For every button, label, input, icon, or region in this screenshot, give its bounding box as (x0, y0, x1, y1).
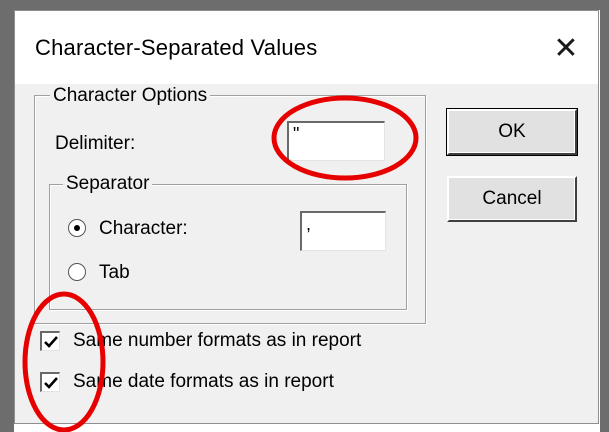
close-button[interactable]: ✕ (543, 25, 589, 71)
cancel-button[interactable]: Cancel (447, 176, 577, 222)
number-formats-checkbox[interactable] (40, 331, 60, 351)
character-options-legend: Character Options (50, 85, 211, 107)
window-frame-top (0, 0, 609, 10)
ok-button[interactable]: OK (446, 108, 578, 156)
cancel-button-label: Cancel (482, 188, 542, 209)
window-frame-left (0, 0, 14, 432)
tab-radio[interactable] (68, 263, 86, 281)
checkmark-icon (44, 377, 58, 389)
checkmark-icon (44, 336, 58, 348)
separator-legend: Separator (63, 173, 153, 195)
title-bar: Character-Separated Values ✕ (15, 11, 598, 84)
character-radio-label: Character: (99, 218, 188, 239)
close-icon: ✕ (553, 31, 579, 65)
number-formats-label: Same number formats as in report (73, 330, 362, 351)
csv-dialog: Character-Separated Values ✕ Character O… (14, 10, 599, 424)
delimiter-input[interactable]: " (287, 121, 385, 161)
ok-button-label: OK (498, 121, 526, 142)
radio-selected-dot (74, 225, 80, 231)
tab-radio-label: Tab (99, 262, 130, 283)
delimiter-label: Delimiter: (55, 133, 136, 154)
dialog-title: Character-Separated Values (35, 35, 318, 60)
window-frame-right (600, 0, 609, 432)
date-formats-label: Same date formats as in report (73, 371, 334, 392)
character-radio[interactable] (68, 219, 86, 237)
date-formats-checkbox[interactable] (40, 372, 60, 392)
separator-character-input[interactable]: , (300, 211, 386, 251)
